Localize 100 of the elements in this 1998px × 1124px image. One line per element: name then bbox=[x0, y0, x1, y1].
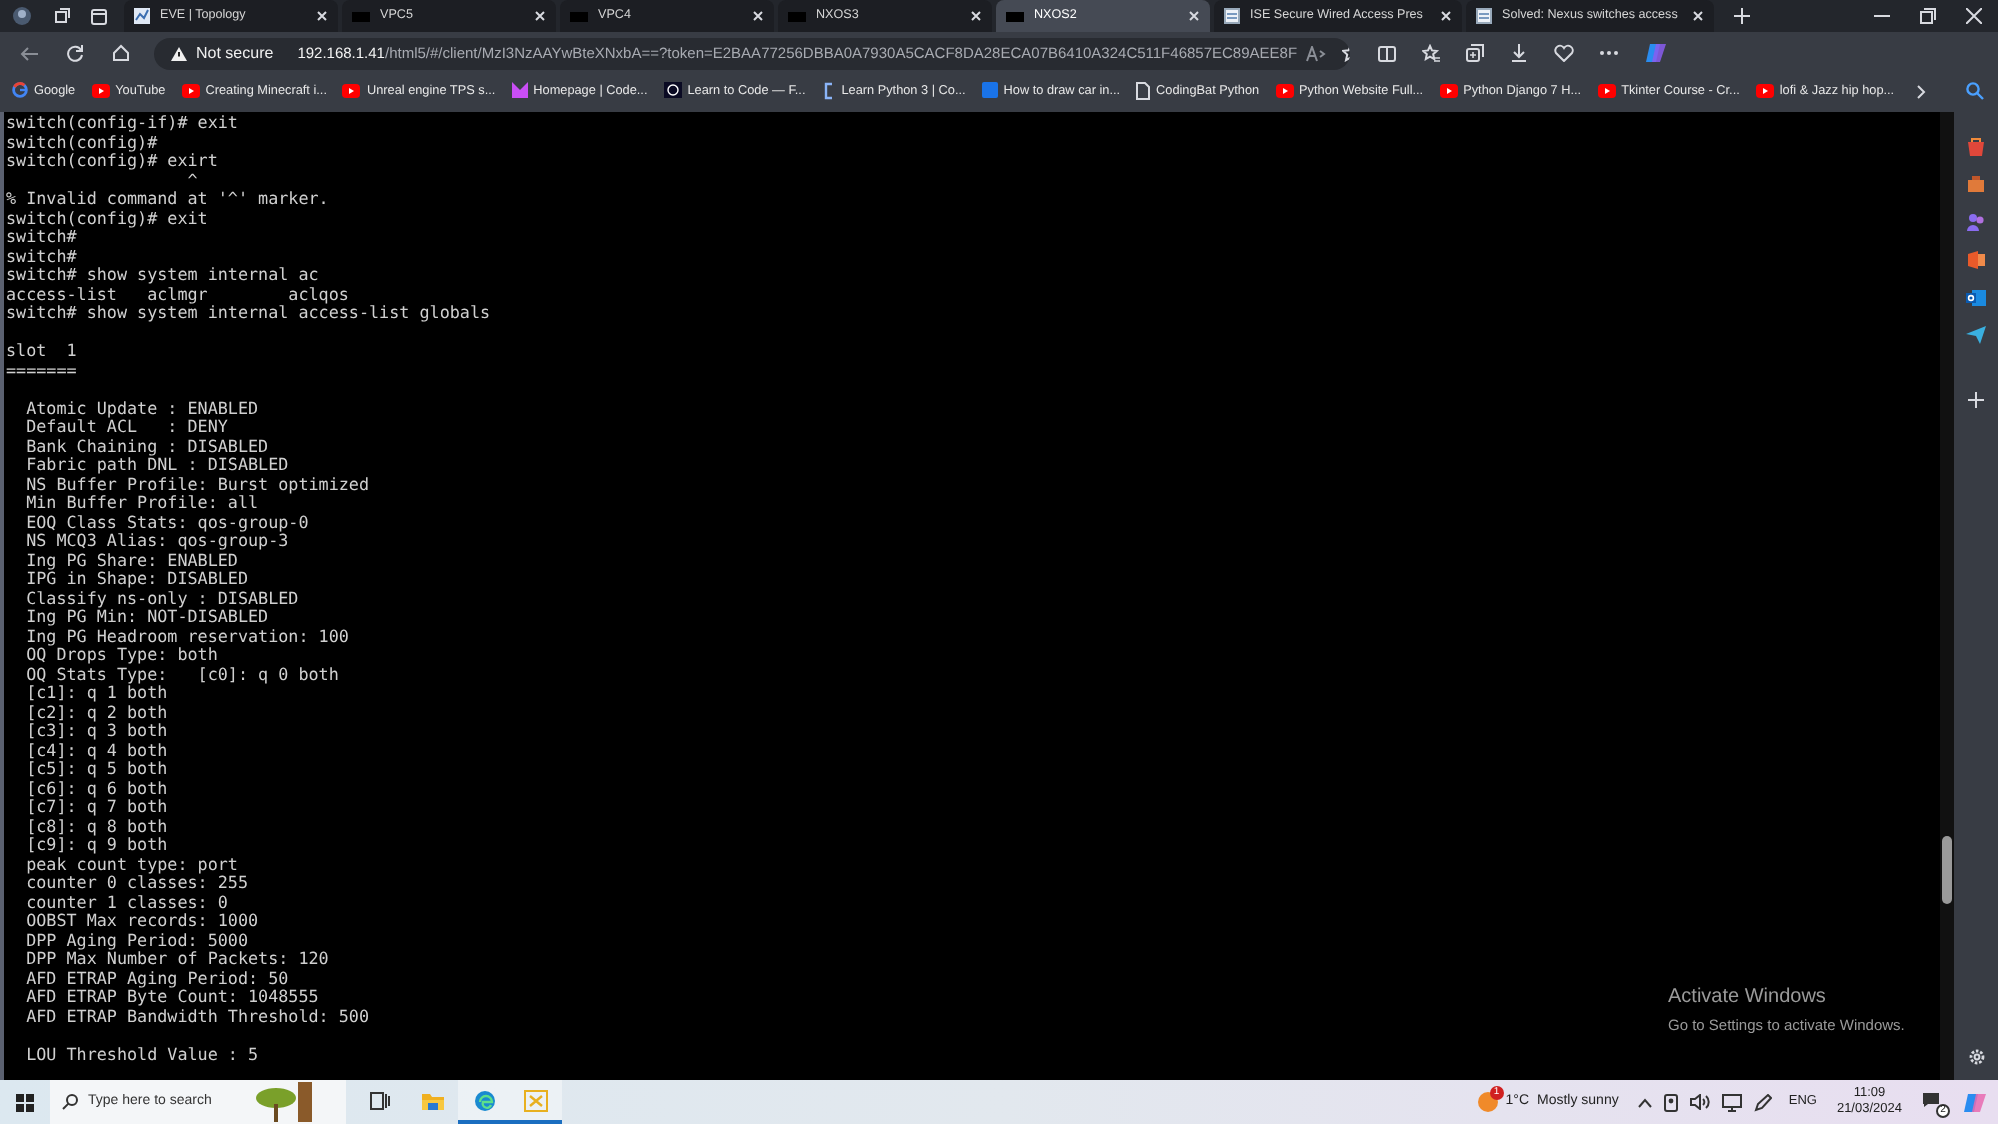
terminal-icon bbox=[1006, 11, 1024, 21]
close-icon[interactable] bbox=[970, 10, 982, 22]
terminal-icon bbox=[570, 11, 588, 21]
terminal-line: access-list aclmgr aclqos bbox=[6, 285, 349, 304]
scrollbar[interactable] bbox=[1940, 112, 1954, 1080]
terminal-line: switch(config)# bbox=[6, 133, 158, 152]
close-icon[interactable] bbox=[1188, 10, 1200, 22]
pen-icon[interactable] bbox=[1754, 1093, 1773, 1111]
close-icon[interactable] bbox=[752, 10, 764, 22]
windows-start-icon[interactable] bbox=[16, 1093, 34, 1111]
terminal-line: slot 1 bbox=[6, 342, 77, 361]
terminal-line: ^ bbox=[185, 171, 198, 190]
terminal-line: [c6]: q 6 both bbox=[24, 779, 168, 798]
folder-icon bbox=[421, 1091, 443, 1109]
terminal-line: Ing PG Headroom reservation: 100 bbox=[24, 627, 349, 646]
terminal-line: [c3]: q 3 both bbox=[24, 722, 168, 741]
split-screen-icon[interactable] bbox=[1378, 45, 1396, 61]
terminal-line: Ing PG Min: NOT-DISABLED bbox=[24, 608, 269, 627]
terminal-line: DPP Aging Period: 5000 bbox=[24, 931, 249, 950]
play-icon bbox=[91, 83, 110, 98]
terminal-line: % Invalid command at '^' marker. bbox=[6, 190, 329, 209]
workspaces-icon[interactable] bbox=[52, 7, 70, 25]
security-label: Not secure bbox=[196, 41, 274, 65]
terminal-line: counter 0 classes: 255 bbox=[24, 874, 249, 893]
play-icon bbox=[1597, 83, 1616, 98]
terminal-line: Classify ns-only : DISABLED bbox=[24, 589, 299, 608]
chevron-right-icon[interactable] bbox=[1916, 83, 1926, 99]
terminal-line: switch# bbox=[6, 228, 77, 247]
terminal-line: switch(config)# exit bbox=[6, 209, 208, 228]
people-icon[interactable] bbox=[1966, 212, 1986, 232]
more-icon[interactable] bbox=[1600, 50, 1618, 56]
play-icon bbox=[1755, 83, 1774, 98]
square-logo-icon bbox=[981, 82, 998, 99]
volume-icon[interactable] bbox=[1690, 1094, 1711, 1110]
page-icon bbox=[1224, 8, 1240, 24]
close-icon[interactable] bbox=[534, 10, 546, 22]
read-aloud-icon[interactable] bbox=[1305, 45, 1326, 61]
heart-pulse-icon[interactable] bbox=[1554, 44, 1574, 62]
outlook-icon[interactable] bbox=[1966, 288, 1986, 308]
camera-icon[interactable] bbox=[1664, 1093, 1679, 1111]
copilot-icon[interactable] bbox=[1964, 1091, 1986, 1113]
page-icon bbox=[1476, 8, 1492, 24]
tab-actions-icon[interactable] bbox=[90, 7, 108, 25]
terminal-line: [c9]: q 9 both bbox=[24, 836, 168, 855]
chevron-up-icon[interactable] bbox=[1638, 1097, 1653, 1107]
terminal-line: NS MCQ3 Alias: qos-group-3 bbox=[24, 532, 289, 551]
google-icon bbox=[12, 82, 28, 99]
back-arrow-icon[interactable] bbox=[20, 45, 38, 61]
refresh-icon[interactable] bbox=[66, 44, 84, 62]
restore-icon[interactable] bbox=[1920, 8, 1936, 24]
office-icon[interactable] bbox=[1966, 250, 1986, 270]
paper-plane-icon[interactable] bbox=[1966, 326, 1986, 344]
close-icon[interactable] bbox=[316, 10, 328, 22]
add-icon[interactable] bbox=[1968, 392, 1984, 408]
close-icon[interactable] bbox=[1966, 8, 1982, 24]
close-icon[interactable] bbox=[1440, 10, 1452, 22]
shopping-bag-icon[interactable] bbox=[1966, 136, 1986, 156]
terminal-line: DPP Max Number of Packets: 120 bbox=[24, 950, 329, 969]
home-icon[interactable] bbox=[112, 44, 130, 62]
terminal-icon bbox=[788, 11, 806, 21]
copilot-icon[interactable] bbox=[1644, 42, 1668, 64]
favicon-icon bbox=[134, 8, 150, 24]
m-logo-icon bbox=[511, 82, 528, 99]
terminal-line: NS Buffer Profile: Burst optimized bbox=[24, 475, 370, 494]
terminal-line: EOQ Class Stats: qos-group-0 bbox=[24, 513, 309, 532]
terminal-line: AFD ETRAP Bandwidth Threshold: 500 bbox=[24, 1007, 370, 1026]
task-view-icon bbox=[370, 1091, 390, 1109]
terminal-line: switch# show system internal access-list globals bbox=[6, 304, 491, 323]
terminal-line: [c4]: q 4 both bbox=[24, 741, 168, 760]
toolbox-icon[interactable] bbox=[1966, 174, 1986, 194]
terminal-line: [c5]: q 5 both bbox=[24, 760, 168, 779]
taskbar-app[interactable] bbox=[458, 1080, 510, 1124]
terminal-line: Bank Chaining : DISABLED bbox=[24, 437, 269, 456]
terminal-line: switch# show system internal ac bbox=[6, 266, 319, 285]
search-icon[interactable] bbox=[1966, 82, 1984, 100]
favorites-icon[interactable] bbox=[1422, 44, 1440, 62]
document-icon bbox=[1136, 81, 1151, 100]
settings-icon[interactable] bbox=[1967, 1048, 1985, 1066]
terminal-line: Atomic Update : ENABLED bbox=[24, 399, 259, 418]
terminal-line: AFD ETRAP Aging Period: 50 bbox=[24, 969, 289, 988]
terminal-line: LOU Threshold Value : 5 bbox=[24, 1045, 259, 1064]
search-icon bbox=[62, 1094, 78, 1110]
terminal-line: peak count type: port bbox=[24, 855, 238, 874]
play-icon bbox=[1275, 83, 1294, 98]
terminal-line: counter 1 classes: 0 bbox=[24, 893, 228, 912]
profile-icon[interactable] bbox=[12, 6, 32, 26]
terminal-line: OOBST Max records: 1000 bbox=[24, 912, 259, 931]
taskbar-app[interactable] bbox=[510, 1080, 562, 1124]
play-icon bbox=[342, 83, 361, 98]
warning-icon bbox=[170, 45, 188, 61]
terminal-icon bbox=[352, 11, 370, 21]
close-icon[interactable] bbox=[1692, 10, 1704, 22]
terminal-line: ======= bbox=[6, 361, 77, 380]
download-icon[interactable] bbox=[1510, 44, 1528, 62]
scrollbar-thumb[interactable] bbox=[1942, 836, 1952, 904]
collections-icon[interactable] bbox=[1466, 44, 1484, 62]
bracket-logo-icon bbox=[821, 81, 836, 100]
network-icon[interactable] bbox=[1722, 1093, 1743, 1111]
new-tab-icon[interactable] bbox=[1734, 8, 1750, 24]
play-icon bbox=[1439, 83, 1458, 98]
